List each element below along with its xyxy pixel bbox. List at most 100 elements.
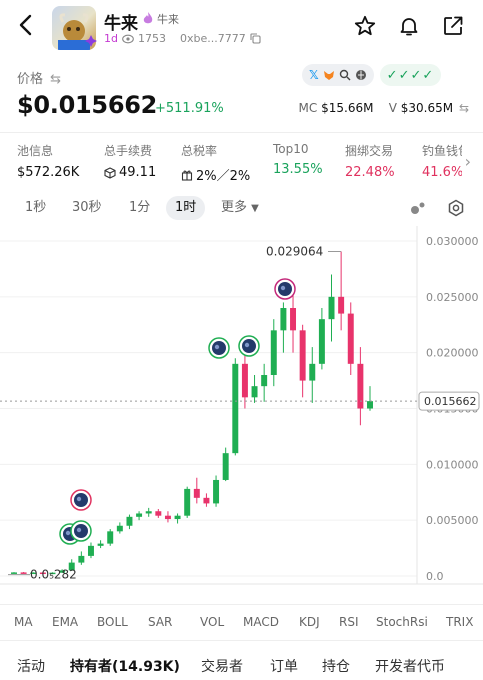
trader-avatar-detail [244, 342, 250, 348]
indicator-sar[interactable]: SAR [148, 615, 172, 629]
token-name: 牛来 [104, 14, 138, 34]
y-tick-label: 0.030000 [426, 235, 479, 248]
y-tick-label: 0.005000 [426, 514, 479, 527]
indicator-boll[interactable]: BOLL [97, 615, 128, 629]
candle-body [136, 513, 143, 517]
stat-value-text: 2%／2% [196, 169, 251, 184]
trader-avatar-detail [76, 527, 82, 533]
price-label: 价格 ⇆ [17, 68, 61, 87]
indicator-kdj[interactable]: KDJ [299, 615, 320, 629]
bottom-tabs: 活动 持有者(14.93K) 交易者 订单 持仓 开发者代币 [0, 652, 483, 680]
candle-body [97, 543, 104, 546]
tab-holders[interactable]: 持有者(14.93K) [70, 656, 180, 676]
timeframe-more-label: 更多 [221, 200, 248, 215]
back-arrow-icon[interactable] [14, 12, 40, 38]
tab-activity[interactable]: 活动 [17, 656, 45, 676]
tab-positions[interactable]: 持仓 [322, 656, 350, 676]
indicator-trix[interactable]: TRIX [446, 615, 473, 629]
stat-label: 捆绑交易 [345, 144, 394, 158]
candle-body [203, 497, 210, 504]
trader-avatar-detail [280, 285, 286, 291]
stat-value: 13.55% [273, 162, 323, 177]
globe-icon[interactable] [355, 69, 367, 81]
candle-body [367, 401, 373, 409]
candle-body [338, 296, 345, 314]
tab-orders[interactable]: 订单 [270, 656, 298, 676]
search-icon[interactable] [339, 69, 351, 81]
dots-settings-icon[interactable] [409, 200, 427, 216]
stat-value-text: 13.55% [273, 162, 323, 177]
high-price-label: 0.029064 [266, 244, 323, 258]
timeframe-1s[interactable]: 1秒 [25, 196, 46, 220]
token-age: 1d [104, 32, 118, 45]
candle-body [213, 479, 220, 504]
header: 牛来 牛来 1d 1753 0xbe...7777 [0, 0, 483, 58]
stat-fees[interactable]: 总手续费 49.11 [104, 142, 156, 180]
x-tick-label: 2026-08-16 09:00 [230, 588, 329, 590]
copy-icon[interactable] [250, 33, 261, 44]
bell-icon[interactable] [397, 14, 421, 38]
gear-icon[interactable] [447, 199, 465, 217]
share-icon[interactable] [441, 14, 465, 38]
timeframe-more[interactable]: 更多 ▼ [221, 196, 259, 220]
candle-body [164, 515, 171, 520]
candlestick-chart[interactable]: 0.0300000.0250000.0200000.0150000.010000… [0, 226, 483, 601]
candle-body [107, 531, 114, 544]
swap-icon[interactable]: ⇆ [50, 72, 61, 87]
tab-dev-tokens[interactable]: 开发者代币 [375, 656, 445, 676]
candle-body [78, 555, 85, 563]
stat-value: 49.11 [104, 165, 156, 180]
indicator-ma[interactable]: MA [14, 615, 33, 629]
indicator-stochrsi[interactable]: StochRsi [376, 615, 428, 629]
candle-body [328, 296, 335, 320]
candle-body [241, 363, 248, 398]
stat-value: $572.26K [17, 165, 79, 180]
indicator-ema[interactable]: EMA [52, 615, 78, 629]
indicator-rsi[interactable]: RSI [339, 615, 359, 629]
timeframe-1h[interactable]: 1时 [166, 196, 206, 220]
stat-pool[interactable]: 池信息 $572.26K [17, 142, 79, 180]
gift-icon [181, 170, 193, 181]
caret-down-icon: ▼ [251, 203, 259, 214]
social-links[interactable]: 𝕏 [302, 64, 374, 86]
candle-body [87, 545, 94, 556]
candle-body [222, 453, 229, 480]
candle-body [126, 516, 133, 526]
fox-icon[interactable] [323, 69, 335, 81]
trader-avatar-detail [65, 530, 71, 536]
stat-top10[interactable]: Top10 13.55% [273, 142, 323, 177]
candle-body [20, 572, 27, 574]
indicator-bar: MA EMA BOLL SAR VOL MACD KDJ RSI StochRs… [0, 610, 483, 634]
stat-tax[interactable]: 总税率 2%／2% [181, 142, 250, 184]
current-price-label: 0.015662 [424, 395, 477, 408]
candle-body [270, 330, 277, 375]
candle-body [184, 488, 191, 516]
candle-body [290, 308, 297, 331]
contract-address[interactable]: 0xbe...7777 [180, 32, 246, 45]
stat-phishing[interactable]: 钓鱼钱包 41.6% [422, 142, 462, 180]
price-chart[interactable]: 0.0300000.0250000.0200000.0150000.010000… [0, 226, 483, 601]
stat-label: 总手续费 [104, 144, 153, 158]
x-icon[interactable]: 𝕏 [309, 68, 319, 82]
indicator-vol[interactable]: VOL [200, 615, 224, 629]
candle-body [318, 319, 325, 364]
tab-traders[interactable]: 交易者 [201, 656, 243, 676]
trader-avatar-image [242, 339, 256, 353]
swap-icon[interactable]: ⇆ [459, 101, 469, 115]
trader-avatar-detail [76, 496, 82, 502]
trader-avatar-image [74, 524, 88, 538]
divider [0, 604, 483, 605]
stat-value: 22.48% [345, 165, 395, 180]
timeframe-1m[interactable]: 1分 [129, 196, 150, 220]
chevron-right-icon[interactable]: › [465, 152, 471, 171]
stat-bundle[interactable]: 捆绑交易 22.48% [345, 142, 395, 180]
eye-icon [122, 34, 134, 43]
indicator-macd[interactable]: MACD [243, 615, 279, 629]
y-tick-label: 0.010000 [426, 458, 479, 471]
security-checks[interactable]: ✓✓✓✓ [379, 64, 442, 86]
stat-value-text: 22.48% [345, 165, 395, 180]
star-icon[interactable] [353, 14, 377, 38]
price-label-text: 价格 [17, 72, 44, 87]
timeframe-30s[interactable]: 30秒 [72, 196, 102, 220]
trader-avatar-image [212, 341, 226, 355]
